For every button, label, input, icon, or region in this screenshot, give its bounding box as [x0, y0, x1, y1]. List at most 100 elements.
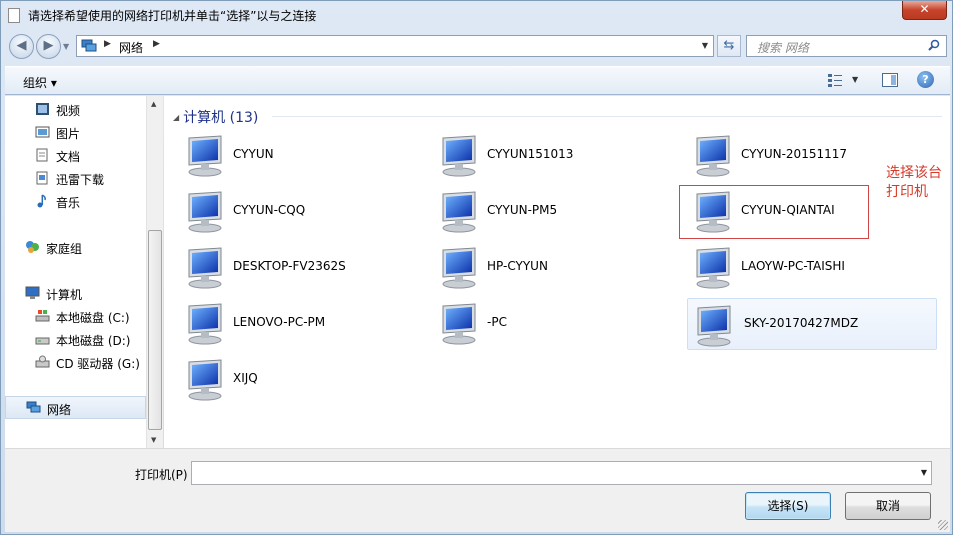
dialog-footer: 打印机(P) ▼ 选择(S) 取消	[5, 448, 950, 532]
sidebar-item-network[interactable]: 网络	[5, 396, 146, 419]
computer-item[interactable]: CYYUN-PM5	[419, 185, 669, 237]
sidebar-item-label: 视频	[56, 104, 81, 118]
computer-icon	[188, 247, 222, 289]
address-row: ◀ ▶ ▼ ▶ 网络 ▶ ▼ ⇆ 搜索 网络	[1, 31, 952, 61]
sidebar-item-label: 文档	[56, 150, 81, 164]
resize-grip-icon[interactable]	[938, 520, 948, 530]
search-input[interactable]: 搜索 网络	[746, 35, 947, 57]
chevron-down-icon[interactable]: ▼	[921, 468, 927, 477]
help-icon[interactable]: ?	[917, 71, 934, 88]
sidebar-item-label: 音乐	[56, 196, 81, 210]
computer-icon	[188, 135, 222, 177]
file-list-pane: ◢ 计算机 (13) CYYUN CYYUN151013 CYYUN-201511…	[164, 96, 950, 448]
sidebar-item-label: 计算机	[46, 288, 83, 302]
group-header-label: 计算机 (13)	[183, 110, 259, 126]
documents-icon	[36, 148, 48, 162]
view-options-icon[interactable]	[827, 73, 843, 87]
title-bar: 请选择希望使用的网络打印机并单击“选择”以与之连接 ✕	[1, 1, 952, 29]
computer-icon	[188, 303, 222, 345]
search-icon[interactable]	[928, 39, 940, 51]
sidebar-item-documents[interactable]: 文档	[5, 144, 146, 166]
computer-name: CYYUN151013	[487, 147, 574, 161]
computer-name: CYYUN-PM5	[487, 203, 558, 217]
sidebar-item-drive-d[interactable]: 本地磁盘 (D:)	[5, 328, 146, 350]
printer-combobox[interactable]: ▼	[191, 461, 932, 485]
computer-name: CYYUN-CQQ	[233, 203, 306, 217]
download-icon	[36, 171, 48, 185]
refresh-button[interactable]: ⇆	[717, 35, 741, 57]
sidebar-item-drive-c[interactable]: 本地磁盘 (C:)	[5, 305, 146, 327]
computer-item[interactable]: DESKTOP-FV2362S	[165, 241, 415, 293]
computer-name: CYYUN	[233, 147, 274, 161]
computer-icon	[696, 135, 730, 177]
homegroup-icon	[26, 241, 39, 253]
document-icon	[8, 8, 20, 23]
sidebar-item-label: CD 驱动器 (G:)	[56, 357, 140, 371]
computer-icon	[25, 286, 40, 299]
dialog-window: 请选择希望使用的网络打印机并单击“选择”以与之连接 ✕ ◀ ▶ ▼ ▶ 网络 ▶…	[0, 0, 953, 535]
annotation-text: 选择该台打印机	[886, 165, 942, 200]
address-separator-icon[interactable]: ▶	[104, 39, 111, 49]
computer-item[interactable]: XIJQ	[165, 353, 415, 405]
forward-button[interactable]: ▶	[36, 34, 61, 59]
computer-item[interactable]: CYYUN-CQQ	[165, 185, 415, 237]
navigation-scrollbar[interactable]: ▲ ▼	[146, 96, 163, 448]
computer-item-hovered[interactable]: SKY-20170427MDZ	[687, 298, 937, 350]
sidebar-item-cd-drive[interactable]: CD 驱动器 (G:)	[5, 351, 146, 373]
computer-name: CYYUN-20151117	[741, 147, 847, 161]
recent-pages-dropdown-icon[interactable]: ▼	[63, 42, 69, 51]
sidebar-item-downloads[interactable]: 迅雷下载	[5, 167, 146, 189]
computer-item[interactable]: HP-CYYUN	[419, 241, 669, 293]
computer-icon	[442, 303, 476, 345]
address-dropdown-icon[interactable]: ▼	[702, 41, 708, 50]
computer-icon	[442, 191, 476, 233]
printer-label: 打印机(P)	[135, 468, 188, 482]
sidebar-item-pictures[interactable]: 图片	[5, 121, 146, 143]
window-title: 请选择希望使用的网络打印机并单击“选择”以与之连接	[28, 9, 317, 23]
computer-icon	[188, 191, 222, 233]
sidebar-item-computer[interactable]: 计算机	[5, 282, 146, 304]
computer-item[interactable]: LENOVO-PC-PM	[165, 297, 415, 349]
drive-icon	[35, 337, 50, 345]
computer-name: LENOVO-PC-PM	[233, 315, 326, 329]
computer-icon	[442, 247, 476, 289]
sidebar-item-video[interactable]: 视频	[5, 98, 146, 120]
annotation-highlight-box	[679, 185, 869, 239]
group-header[interactable]: ◢ 计算机 (13)	[173, 107, 258, 127]
video-icon	[36, 103, 49, 115]
computer-icon	[442, 135, 476, 177]
scroll-up-icon[interactable]: ▲	[151, 100, 156, 108]
scroll-down-icon[interactable]: ▼	[151, 436, 156, 444]
sidebar-item-label: 迅雷下载	[56, 173, 105, 187]
cd-drive-icon	[35, 355, 50, 368]
address-crumb-network[interactable]: 网络	[119, 39, 143, 56]
select-button[interactable]: 选择(S)	[745, 492, 831, 520]
close-button[interactable]: ✕	[902, 1, 947, 20]
back-button[interactable]: ◀	[9, 34, 34, 59]
cancel-button[interactable]: 取消	[845, 492, 931, 520]
sidebar-item-music[interactable]: 音乐	[5, 190, 146, 212]
computer-item[interactable]: LAOYW-PC-TAISHI	[673, 241, 923, 293]
sidebar-item-label: 家庭组	[46, 242, 83, 256]
computer-name: XIJQ	[233, 371, 258, 385]
computer-item[interactable]: -PC	[419, 297, 669, 349]
pictures-icon	[35, 126, 50, 138]
computer-name: SKY-20170427MDZ	[744, 316, 859, 330]
view-dropdown-icon[interactable]: ▼	[852, 75, 858, 84]
sidebar-item-label: 图片	[56, 127, 81, 141]
sidebar-item-homegroup[interactable]: 家庭组	[5, 236, 146, 258]
search-placeholder: 搜索 网络	[757, 41, 809, 55]
network-icon	[26, 401, 41, 413]
collapse-icon[interactable]: ◢	[173, 113, 179, 122]
computer-icon	[188, 359, 222, 401]
organize-menu[interactable]: 组织 ▾	[23, 74, 57, 91]
computer-name: -PC	[487, 315, 507, 329]
scrollbar-thumb[interactable]	[148, 230, 162, 430]
address-separator-icon[interactable]: ▶	[153, 39, 160, 49]
computer-item[interactable]: CYYUN151013	[419, 129, 669, 181]
sidebar-item-label: 本地磁盘 (D:)	[56, 334, 131, 348]
preview-pane-icon[interactable]	[882, 73, 898, 87]
computer-item[interactable]: CYYUN	[165, 129, 415, 181]
address-bar[interactable]: ▶ 网络 ▶ ▼	[76, 35, 714, 57]
sidebar-item-label: 网络	[47, 403, 72, 417]
